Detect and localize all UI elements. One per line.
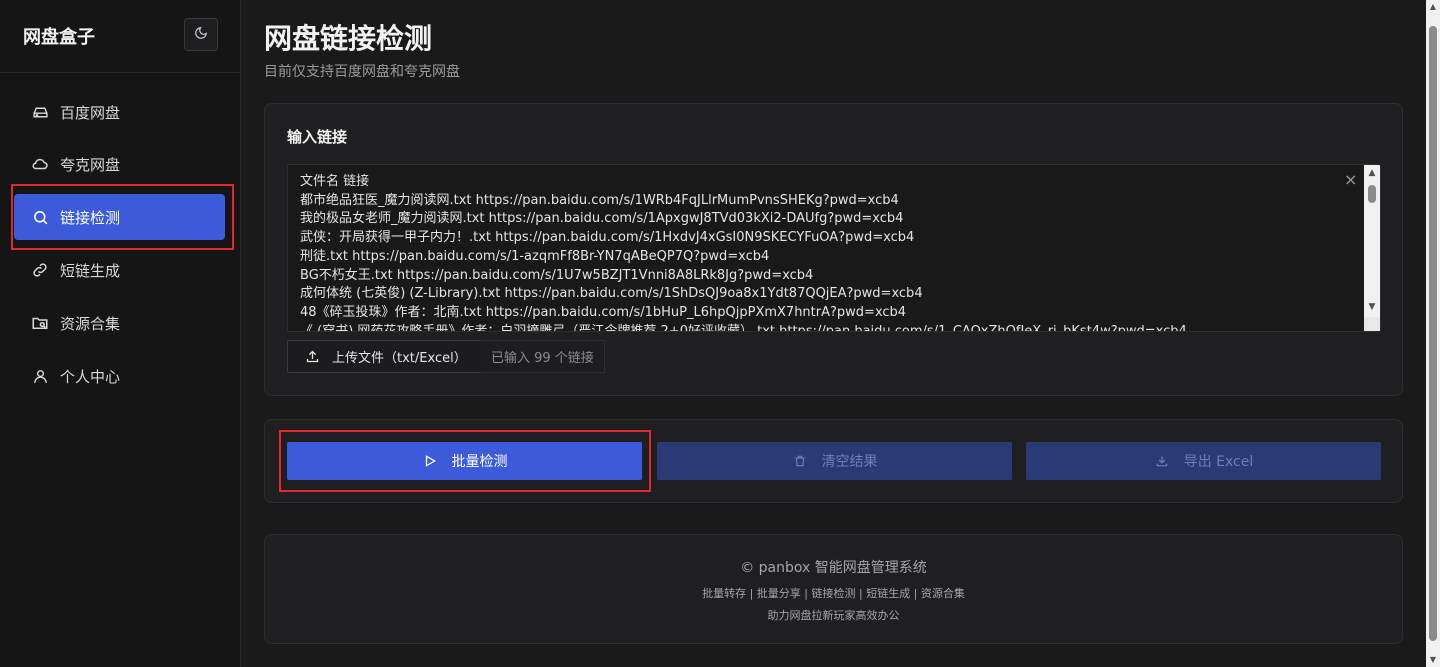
sidebar-item-link-check[interactable]: 链接检测 <box>14 194 225 240</box>
sidebar-item-label: 百度网盘 <box>60 103 121 122</box>
textarea-line: BG不朽女王.txt https://pan.baidu.com/s/1U7w5… <box>300 267 814 283</box>
drive-icon <box>31 103 49 121</box>
scroll-down-icon[interactable]: ▼ <box>1364 299 1380 315</box>
brand-title: 网盘盒子 <box>23 27 95 48</box>
footer-copyright: © panbox 智能网盘管理系统 <box>740 560 927 576</box>
upload-icon <box>304 349 320 365</box>
page-subtitle: 目前仅支持百度网盘和夸克网盘 <box>264 64 460 80</box>
play-icon <box>422 453 438 469</box>
upload-file-button[interactable]: 上传文件（txt/Excel） <box>287 340 482 373</box>
actions-card: 批量检测 清空结果 导出 Excel <box>264 419 1403 503</box>
batch-check-button[interactable]: 批量检测 <box>287 442 642 480</box>
resize-grip-icon[interactable] <box>1364 317 1380 331</box>
footer-card: © panbox 智能网盘管理系统 批量转存 | 批量分享 | 链接检测 | 短… <box>264 534 1403 644</box>
cloud-icon <box>31 155 49 173</box>
trash-icon <box>792 453 808 469</box>
close-icon[interactable]: × <box>1344 172 1358 188</box>
sidebar-item-quark[interactable]: 夸克网盘 <box>14 141 225 187</box>
upload-button-label: 上传文件（txt/Excel） <box>332 351 467 366</box>
input-card: 输入链接 文件名 链接 都市绝品狂医_魔力阅读网.txt https://pan… <box>264 103 1403 396</box>
export-excel-label: 导出 Excel <box>1183 454 1254 470</box>
textarea-line: 我的极品女老师_魔力阅读网.txt https://pan.baidu.com/… <box>300 211 904 227</box>
sidebar-item-collections[interactable]: 资源合集 <box>14 300 225 346</box>
links-textarea[interactable]: 文件名 链接 都市绝品狂医_魔力阅读网.txt https://pan.baid… <box>287 164 1381 332</box>
input-card-label: 输入链接 <box>287 128 348 146</box>
search-icon <box>31 208 49 226</box>
clear-results-label: 清空结果 <box>821 454 878 470</box>
textarea-line: 刑徒.txt https://pan.baidu.com/s/1-azqmFf8… <box>300 248 770 264</box>
page-scrollbar[interactable]: ▲ ▼ <box>1426 0 1440 667</box>
scroll-down-icon[interactable]: ▼ <box>1426 653 1440 667</box>
download-icon <box>1154 453 1170 469</box>
scrollbar-thumb[interactable] <box>1368 185 1376 203</box>
folder-search-icon <box>31 314 49 332</box>
textarea-line: 成何体统 (七英俊) (Z-Library).txt https://pan.b… <box>300 286 923 302</box>
sidebar: 网盘盒子 百度网盘 夸克网盘 链接检测 短链生成 资源合集 个人中心 <box>0 0 241 667</box>
textarea-line: 都市绝品狂医_魔力阅读网.txt https://pan.baidu.com/s… <box>300 192 899 208</box>
moon-icon <box>194 25 208 44</box>
textarea-line: 文件名 链接 <box>300 174 370 189</box>
sidebar-item-baidu[interactable]: 百度网盘 <box>14 89 225 135</box>
brand-bar: 网盘盒子 <box>0 0 240 73</box>
batch-check-label: 批量检测 <box>451 454 508 470</box>
export-excel-button[interactable]: 导出 Excel <box>1026 442 1381 480</box>
textarea-scrollbar[interactable]: ▲ ▼ <box>1364 165 1380 331</box>
footer-links[interactable]: 批量转存 | 批量分享 | 链接检测 | 短链生成 | 资源合集 <box>265 585 1402 601</box>
scrollbar-thumb[interactable] <box>1429 26 1437 641</box>
theme-toggle-button[interactable] <box>184 18 218 51</box>
sidebar-item-profile[interactable]: 个人中心 <box>14 353 225 399</box>
footer-slogan: 助力网盘拉新玩家高效办公 <box>767 609 900 622</box>
link-count-text: 已输入 99 个链接 <box>481 340 605 373</box>
sidebar-item-label: 资源合集 <box>60 314 121 333</box>
scroll-up-icon[interactable]: ▲ <box>1364 165 1380 181</box>
clear-results-button[interactable]: 清空结果 <box>657 442 1012 480</box>
sidebar-item-short-link[interactable]: 短链生成 <box>14 247 225 293</box>
main-content: 网盘链接检测 目前仅支持百度网盘和夸克网盘 输入链接 文件名 链接 都市绝品狂医… <box>241 0 1426 667</box>
app-root: 网盘盒子 百度网盘 夸克网盘 链接检测 短链生成 资源合集 个人中心 网盘链接检… <box>0 0 1440 667</box>
textarea-line: 武侠：开局获得一甲子内力！.txt https://pan.baidu.com/… <box>300 230 915 246</box>
sidebar-item-label: 个人中心 <box>60 367 121 386</box>
link-icon <box>31 261 49 279</box>
sidebar-item-label: 短链生成 <box>60 261 121 280</box>
textarea-content: 文件名 链接 都市绝品狂医_魔力阅读网.txt https://pan.baid… <box>300 173 1350 332</box>
sidebar-item-label: 链接检测 <box>60 208 121 227</box>
page-title: 网盘链接检测 <box>264 22 433 55</box>
sidebar-item-label: 夸克网盘 <box>60 155 121 174</box>
textarea-line: 48《碎玉投珠》作者：北南.txt https://pan.baidu.com/… <box>300 304 907 320</box>
user-icon <box>31 367 49 385</box>
scroll-up-icon[interactable]: ▲ <box>1426 0 1440 14</box>
textarea-line: 《 (穿书) 网药花攻略手册》作者：白羽摘雕弓（严江令牌推荐 2+0好评收藏）.… <box>300 323 1187 332</box>
